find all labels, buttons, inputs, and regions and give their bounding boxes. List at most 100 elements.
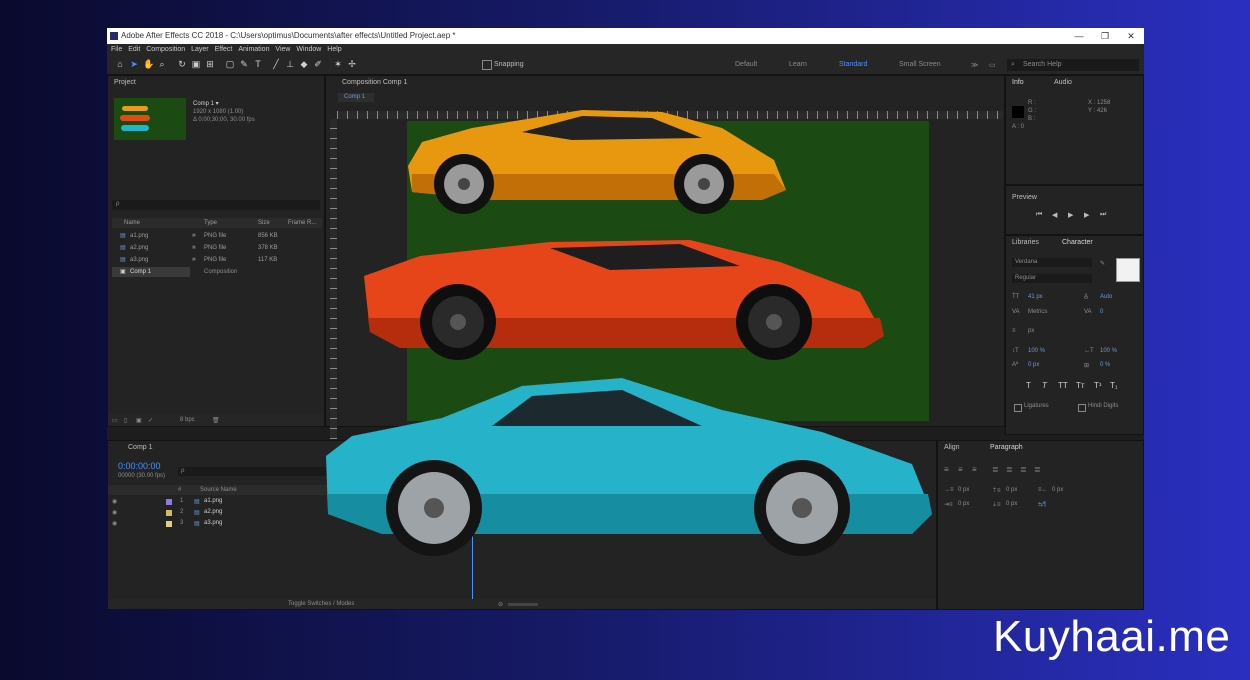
roto-brush-icon[interactable]: ✐ (313, 59, 323, 69)
project-item[interactable]: ▤ a3.png ■ PNG file 117 KB (112, 255, 312, 265)
sync-icon[interactable]: ▭ (989, 61, 996, 69)
text-direction-icon[interactable]: ⇆¶ (1038, 501, 1046, 508)
menu-composition[interactable]: Composition (146, 46, 185, 53)
tab-character[interactable]: Character (1062, 239, 1093, 246)
menu-view[interactable]: View (275, 46, 290, 53)
interpret-footage-icon[interactable]: ▭ (112, 417, 118, 424)
first-frame-icon[interactable]: ⏮ (1036, 211, 1042, 219)
eyedropper-icon[interactable]: ✎ (1100, 260, 1105, 267)
project-item-selected[interactable]: ▣ Comp 1 (112, 267, 190, 277)
zoom-out-icon[interactable]: ⊖ (498, 601, 503, 608)
italic-style-button[interactable]: T (1042, 381, 1047, 390)
zoom-tool-icon[interactable]: ⌕ (157, 59, 167, 69)
brush-tool-icon[interactable]: ╱ (271, 59, 281, 69)
col-type[interactable]: Type (204, 218, 217, 228)
font-family-select[interactable]: Verdana (1012, 258, 1092, 267)
next-frame-icon[interactable]: ▶ (1084, 211, 1089, 219)
font-style-select[interactable]: Regular (1012, 274, 1092, 283)
play-icon[interactable]: ▶ (1068, 211, 1073, 219)
layer-label-color[interactable] (166, 521, 172, 527)
last-frame-icon[interactable]: ⏭ (1100, 211, 1106, 219)
timeline-comp-tab[interactable]: Comp 1 (128, 444, 153, 451)
indent-left-value[interactable]: 0 px (958, 487, 969, 493)
new-folder-icon[interactable]: ▯ (124, 417, 127, 424)
composition-tab[interactable]: Composition Comp 1 (342, 79, 407, 86)
tab-info[interactable]: Info (1012, 79, 1024, 86)
indent-right-value[interactable]: 0 px (1052, 487, 1063, 493)
current-time-display[interactable]: 0:00:00:00 (118, 461, 161, 471)
toggle-switches-modes[interactable]: Toggle Switches / Modes (288, 601, 354, 607)
puppet-tool-icon[interactable]: ✶ (333, 59, 343, 69)
font-size-value[interactable]: 41 px (1028, 294, 1043, 300)
vertical-scale-value[interactable]: 100 % (1028, 348, 1045, 354)
layer-label-color[interactable] (166, 499, 172, 505)
project-item[interactable]: ▤ a2.png ■ PNG file 378 KB (112, 243, 312, 253)
search-help-input[interactable]: Search Help (1023, 61, 1062, 68)
maximize-button[interactable]: ❐ (1092, 28, 1118, 44)
align-right-icon[interactable]: ≡ (972, 465, 977, 474)
justify-left-icon[interactable]: ≣ (992, 465, 999, 474)
fill-color-swatch[interactable] (1116, 258, 1140, 282)
hand-tool-icon[interactable]: ✋ (143, 59, 154, 69)
visibility-eye-icon[interactable]: ◉ (112, 520, 117, 527)
col-name[interactable]: Name (124, 218, 140, 228)
menu-animation[interactable]: Animation (238, 46, 269, 53)
tab-libraries[interactable]: Libraries (1012, 239, 1039, 246)
workspace-default[interactable]: Default (735, 61, 757, 68)
preview-title[interactable]: Preview (1012, 194, 1037, 201)
tab-paragraph[interactable]: Paragraph (990, 444, 1023, 451)
baseline-shift-value[interactable]: 0 px (1028, 362, 1039, 368)
new-comp-icon[interactable]: ▣ (136, 417, 142, 424)
camera-tool-icon[interactable]: ▣ (191, 59, 201, 69)
ligatures-checkbox[interactable] (1014, 404, 1022, 412)
tsume-value[interactable]: 0 % (1100, 362, 1110, 368)
col-source-name[interactable]: Source Name (200, 487, 237, 493)
workspace-learn[interactable]: Learn (789, 61, 807, 68)
menu-window[interactable]: Window (296, 46, 321, 53)
subscript-button[interactable]: T₁ (1110, 381, 1118, 390)
mask-tool-icon[interactable]: ▢ (225, 59, 235, 69)
horizontal-scale-value[interactable]: 100 % (1100, 348, 1117, 354)
workspace-menu-icon[interactable]: ≫ (971, 61, 978, 69)
timeline-layer-row[interactable]: ◉ 3 ▤ a3.png (108, 519, 328, 529)
justify-all-icon[interactable]: ≣ (1034, 465, 1041, 474)
workspace-standard[interactable]: Standard (839, 61, 867, 68)
prev-frame-icon[interactable]: ◀ (1052, 211, 1057, 219)
pen-tool-icon[interactable]: ✎ (239, 59, 249, 69)
menu-effect[interactable]: Effect (215, 46, 233, 53)
bit-depth-label[interactable]: 8 bpc (180, 417, 195, 423)
close-button[interactable]: ✕ (1118, 28, 1144, 44)
comp-subtab[interactable]: Comp 1 (338, 93, 374, 102)
stroke-width-value[interactable]: px (1028, 328, 1034, 334)
tracking-value[interactable]: 0 (1100, 309, 1103, 315)
minimize-button[interactable]: — (1066, 28, 1092, 44)
align-center-icon[interactable]: ≡ (958, 465, 963, 474)
project-item[interactable]: ▤ a1.png ■ PNG file 856 KB (112, 231, 312, 241)
space-after-value[interactable]: 0 px (1006, 501, 1017, 507)
project-panel-title[interactable]: Project (114, 79, 136, 86)
selection-tool-icon[interactable]: ➤ (129, 59, 139, 69)
layer-label-color[interactable] (166, 510, 172, 516)
superscript-button[interactable]: T¹ (1094, 381, 1102, 390)
timeline-layer-row[interactable]: ◉ 1 ▤ a1.png (108, 497, 328, 507)
timeline-layer-row[interactable]: ◉ 2 ▤ a2.png (108, 508, 328, 518)
project-search-input[interactable]: ρ (112, 200, 320, 210)
flowchart-icon[interactable]: ✓ (148, 417, 153, 424)
menu-file[interactable]: File (111, 46, 122, 53)
pin-tool-icon[interactable]: ✢ (347, 59, 357, 69)
justify-center-icon[interactable]: ≣ (1006, 465, 1013, 474)
tab-align[interactable]: Align (944, 444, 960, 451)
col-size[interactable]: Size (258, 218, 270, 228)
search-help-box[interactable]: ⌕ Search Help (1007, 59, 1139, 71)
all-caps-button[interactable]: TT (1058, 381, 1068, 390)
first-line-indent-value[interactable]: 0 px (958, 501, 969, 507)
zoom-slider[interactable] (508, 603, 538, 606)
text-tool-icon[interactable]: T (253, 59, 263, 69)
pan-behind-tool-icon[interactable]: ⊞ (205, 59, 215, 69)
leading-value[interactable]: Auto (1100, 294, 1112, 300)
eraser-tool-icon[interactable]: ◆ (299, 59, 309, 69)
hindi-digits-checkbox[interactable] (1078, 404, 1086, 412)
justify-right-icon[interactable]: ≣ (1020, 465, 1027, 474)
tab-audio[interactable]: Audio (1054, 79, 1072, 86)
snapping-checkbox[interactable] (482, 60, 492, 70)
